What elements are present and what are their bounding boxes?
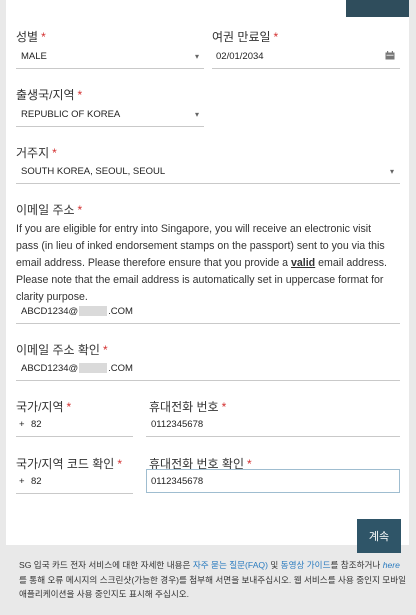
phone-confirm-input[interactable]: 0112345678 (151, 476, 203, 487)
passport-expiry-input[interactable]: 02/01/2034 (216, 51, 264, 62)
country-code-label: 국가/지역 * (16, 400, 72, 414)
residence-select[interactable]: SOUTH KOREA, SEOUL, SEOUL (21, 166, 165, 177)
passport-expiry-underline (212, 68, 400, 69)
chevron-down-icon[interactable]: ▾ (195, 52, 199, 61)
faq-link[interactable]: 자주 묻는 질문(FAQ) (193, 560, 268, 570)
country-code-input[interactable]: 82 (31, 419, 42, 430)
residence-underline (16, 183, 400, 184)
gender-label: 성별 * (16, 30, 46, 44)
masked-domain (79, 306, 108, 317)
continue-button[interactable]: 계속 (357, 519, 401, 553)
footer-help-text: SG 입국 카드 전자 서비스에 대한 자세한 내용은 자주 묻는 질문(FAQ… (19, 560, 407, 599)
country-code-confirm-underline (16, 493, 133, 494)
email-confirm-input[interactable]: ABCD1234@ .COM (21, 363, 133, 374)
email-label: 이메일 주소 * (16, 203, 83, 217)
gender-underline (16, 68, 204, 69)
chevron-down-icon[interactable]: ▾ (390, 167, 394, 176)
country-code-confirm-input[interactable]: 82 (31, 476, 42, 487)
phone-input[interactable]: 0112345678 (151, 419, 203, 430)
country-code-confirm-label: 국가/지역 코드 확인 * (16, 457, 122, 471)
here-link[interactable]: here (383, 560, 400, 570)
email-input[interactable]: ABCD1234@ .COM (21, 306, 133, 317)
gender-select[interactable]: MALE (21, 51, 47, 62)
video-guide-link[interactable]: 동영상 가이드 (281, 560, 331, 570)
chevron-down-icon[interactable]: ▾ (195, 110, 199, 119)
passport-expiry-label: 여권 만료일 * (212, 30, 279, 44)
birth-country-underline (16, 126, 204, 127)
email-info-text: If you are eligible for entry into Singa… (16, 223, 388, 303)
email-underline (16, 323, 400, 324)
country-code-underline (16, 436, 133, 437)
residence-label: 거주지 * (16, 146, 57, 160)
email-confirm-label: 이메일 주소 확인 * (16, 343, 108, 357)
country-code-confirm-plus: + (19, 476, 25, 487)
phone-underline (146, 436, 400, 437)
birth-country-label: 출생국/지역 * (16, 88, 83, 102)
country-code-plus: + (19, 419, 25, 430)
top-button-edge[interactable] (346, 0, 409, 17)
masked-domain (79, 363, 108, 374)
phone-label: 휴대전화 번호 * (149, 400, 227, 414)
email-confirm-underline (16, 380, 400, 381)
calendar-icon[interactable] (385, 51, 395, 60)
birth-country-select[interactable]: REPUBLIC OF KOREA (21, 109, 120, 120)
